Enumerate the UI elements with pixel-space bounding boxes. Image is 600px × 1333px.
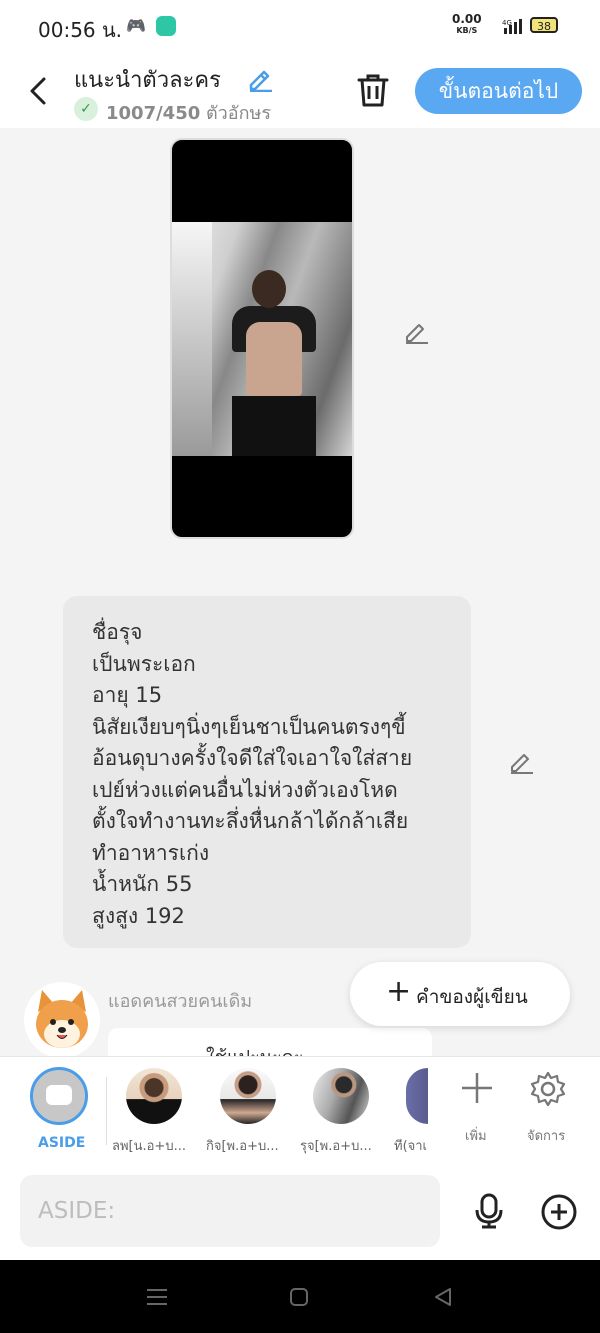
system-nav-bar [0, 1260, 600, 1333]
check-icon: ✓ [74, 97, 98, 121]
char-count-unit: ตัวอักษร [205, 103, 272, 124]
net-speed-value: 0.00 [452, 12, 482, 26]
home-icon[interactable] [289, 1287, 309, 1307]
character-image [172, 222, 352, 456]
author-name: แอดคนสวยคนเดิม [108, 991, 253, 1012]
description-line: เปย์ห่วงแต่คนอื่นไม่ห่วงตัวเองโหด [92, 777, 398, 802]
plus-circle-icon[interactable] [540, 1193, 578, 1231]
char-count: 1007/450 ตัวอักษร [106, 98, 271, 127]
signal-icon: 4G [502, 19, 522, 34]
input-bar [0, 1165, 600, 1260]
status-time: 00:56 น. [38, 18, 123, 42]
microphone-icon[interactable] [472, 1193, 506, 1229]
author-note-label: คำของผู้เขียน [416, 986, 528, 1008]
gamepad-icon: 🎮 [126, 16, 146, 35]
character-name: รุจ[พ.อ+บ... [300, 1139, 372, 1154]
status-bar: 00:56 น. 🎮 0.00 KB/S 4G 38 [0, 0, 600, 52]
aside-label: ASIDE [38, 1135, 86, 1151]
character-description: ชื่อรุจ เป็นพระเอก อายุ 15 นิสัยเงียบๆนิ… [92, 617, 462, 932]
character-name: กิจ[พ.อ+บ... [206, 1139, 279, 1154]
net-speed: 0.00 KB/S [452, 12, 482, 36]
description-line: ชื่อรุจ [92, 620, 143, 644]
description-line: ทำอาหารเก่ง [92, 840, 210, 865]
description-line: สูงสูง 192 [92, 903, 185, 928]
net-speed-unit: KB/S [456, 26, 478, 35]
description-line: น้ำหนัก 55 [92, 872, 193, 896]
edit-photo-icon[interactable] [403, 318, 429, 344]
menu-icon[interactable] [146, 1288, 168, 1306]
message-input[interactable] [20, 1175, 440, 1247]
character-name: ที(จาเ [394, 1139, 428, 1154]
battery-icon: 38 [530, 17, 558, 33]
description-line: นิสัยเงียบๆนิ่งๆเย็นชาเป็นคนตรงๆขี้ [92, 714, 406, 739]
page-title: แนะนำตัวละคร [74, 68, 221, 93]
divider [106, 1077, 107, 1145]
gear-icon[interactable] [530, 1071, 566, 1107]
speech-bubble-icon [46, 1085, 72, 1105]
char-count-value: 1007/450 [106, 103, 201, 124]
next-step-button[interactable]: ขั้นตอนต่อไป [415, 68, 582, 114]
shiba-avatar-icon [36, 990, 88, 1048]
manage-label: จัดการ [527, 1129, 566, 1144]
description-line: ตั้งใจทำงานทะลึ่งหื่นกล้าได้กล้าเสีย [92, 809, 409, 833]
character-avatar[interactable] [406, 1068, 428, 1124]
back-arrow-icon[interactable] [26, 76, 52, 106]
character-photo[interactable] [170, 138, 354, 539]
header: แนะนำตัวละคร ✓ 1007/450 ตัวอักษร ขั้นตอน… [0, 52, 600, 128]
edit-description-icon[interactable] [508, 748, 534, 774]
add-label: เพิ่ม [465, 1129, 487, 1144]
author-note-button[interactable]: + คำของผู้เขียน [350, 962, 570, 1026]
add-character-icon[interactable] [460, 1071, 494, 1105]
character-avatar[interactable] [126, 1068, 182, 1124]
character-bar: ASIDE ลพ[น.อ+บ... กิจ[พ.อ+บ... รุจ[พ.อ+บ… [0, 1056, 600, 1165]
app-notification-icon [156, 16, 176, 36]
plus-icon: + [386, 974, 412, 1009]
nav-back-icon[interactable] [432, 1286, 454, 1308]
character-avatar[interactable] [313, 1068, 369, 1124]
aside-selector[interactable] [30, 1067, 88, 1125]
description-line: อายุ 15 [92, 683, 163, 707]
trash-icon[interactable] [356, 72, 390, 108]
character-name: ลพ[น.อ+บ... [112, 1139, 186, 1154]
author-avatar[interactable] [24, 982, 100, 1058]
description-line: เป็นพระเอก [92, 651, 196, 676]
description-line: อ้อนดุบางครั้งใจดีใส่ใจเอาใจใส่สาย [92, 746, 413, 770]
edit-title-icon[interactable] [246, 64, 274, 92]
character-avatar[interactable] [220, 1068, 276, 1124]
